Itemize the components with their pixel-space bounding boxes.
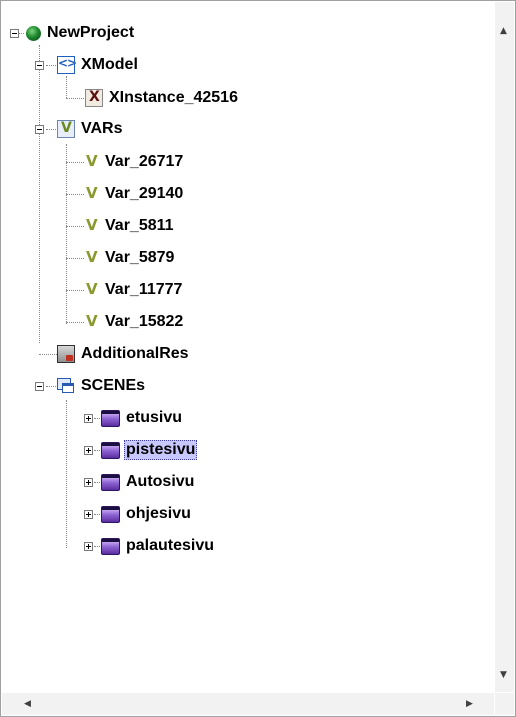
tree-connector xyxy=(66,162,84,163)
tree-connector xyxy=(66,322,84,323)
node-label: NewProject xyxy=(47,24,135,41)
vars-folder-icon xyxy=(57,120,75,138)
scenes-folder-icon xyxy=(57,377,75,395)
node-label: etusivu xyxy=(126,409,183,426)
resources-icon xyxy=(57,345,75,363)
xinstance-icon xyxy=(85,89,103,107)
variable-icon xyxy=(85,216,99,235)
collapse-toggle[interactable] xyxy=(10,29,19,38)
expand-toggle[interactable] xyxy=(84,414,93,423)
vertical-scrollbar[interactable]: ▲ ▼ xyxy=(495,2,514,692)
collapse-toggle[interactable] xyxy=(35,125,44,134)
tree-node-variable[interactable]: Var_15822 xyxy=(85,308,185,336)
tree-node-xinstance[interactable]: XInstance_42516 xyxy=(85,84,240,112)
node-label: Var_5879 xyxy=(105,249,175,266)
tree-connector xyxy=(66,144,67,324)
scroll-up-arrow-icon[interactable]: ▲ xyxy=(500,26,507,36)
tree-node-scenes[interactable]: SCENEs xyxy=(57,372,147,400)
node-label: Var_11777 xyxy=(105,281,183,298)
tree-connector xyxy=(46,129,56,130)
tree-node-scene[interactable]: etusivu xyxy=(101,404,184,432)
horizontal-scrollbar[interactable]: ◀ ▶ xyxy=(2,693,494,715)
expand-toggle[interactable] xyxy=(84,478,93,487)
scene-icon xyxy=(101,409,120,427)
tree-node-variable[interactable]: Var_11777 xyxy=(85,276,184,304)
tree-connector xyxy=(66,194,84,195)
node-label: XInstance_42516 xyxy=(109,89,238,106)
tree-connector xyxy=(66,76,67,98)
tree-node-variable[interactable]: Var_5879 xyxy=(85,244,176,272)
expand-toggle[interactable] xyxy=(84,510,93,519)
tree-node-vars[interactable]: VARs xyxy=(57,115,125,143)
tree-node-scene[interactable]: palautesivu xyxy=(101,532,216,560)
tree-connector xyxy=(94,482,100,483)
tree-node-variable[interactable]: Var_26717 xyxy=(85,148,185,176)
variable-icon xyxy=(85,248,99,267)
scene-icon xyxy=(101,505,120,523)
scene-icon xyxy=(101,537,120,555)
tree-connector xyxy=(46,386,56,387)
node-label: SCENEs xyxy=(81,377,146,394)
expand-toggle[interactable] xyxy=(84,446,93,455)
node-label: Var_15822 xyxy=(105,313,184,330)
project-tree-panel: NewProject XModel XInstance_42516 VARs V… xyxy=(0,0,516,717)
tree-connector xyxy=(39,354,57,355)
tree-connector xyxy=(39,45,40,343)
tree-connector xyxy=(66,226,84,227)
tree-node-scene[interactable]: Autosivu xyxy=(101,468,196,496)
collapse-toggle[interactable] xyxy=(35,382,44,391)
node-label: XModel xyxy=(81,56,138,73)
variable-icon xyxy=(85,152,99,171)
xmodel-icon xyxy=(57,56,75,74)
tree-connector xyxy=(46,65,56,66)
node-label: VARs xyxy=(81,120,123,137)
tree-connector xyxy=(94,546,100,547)
collapse-toggle[interactable] xyxy=(35,61,44,70)
tree-node-variable[interactable]: Var_5811 xyxy=(85,212,176,240)
tree-node-variable[interactable]: Var_29140 xyxy=(85,180,185,208)
node-label: AdditionalRes xyxy=(81,345,189,362)
scene-icon xyxy=(101,441,120,459)
tree-connector xyxy=(66,98,84,99)
tree-node-xmodel[interactable]: XModel xyxy=(57,51,140,79)
node-label: Var_5811 xyxy=(105,217,174,234)
tree-connector xyxy=(66,290,84,291)
node-label: palautesivu xyxy=(126,537,215,554)
variable-icon xyxy=(85,312,99,331)
node-label: ohjesivu xyxy=(126,505,191,522)
node-label: Var_26717 xyxy=(105,153,184,170)
tree-node-scene[interactable]: pistesivu xyxy=(101,436,198,464)
scroll-right-arrow-icon[interactable]: ▶ xyxy=(466,699,473,709)
globe-icon xyxy=(26,26,41,41)
tree-connector xyxy=(94,514,100,515)
tree-node-newproject[interactable]: NewProject xyxy=(26,19,136,47)
project-tree[interactable]: NewProject XModel XInstance_42516 VARs V… xyxy=(2,2,494,692)
scroll-left-arrow-icon[interactable]: ◀ xyxy=(24,699,31,709)
variable-icon xyxy=(85,280,99,299)
expand-toggle[interactable] xyxy=(84,542,93,551)
scene-icon xyxy=(101,473,120,491)
tree-node-additionalres[interactable]: AdditionalRes xyxy=(57,340,191,368)
tree-node-scene[interactable]: ohjesivu xyxy=(101,500,193,528)
variable-icon xyxy=(85,184,99,203)
scroll-down-arrow-icon[interactable]: ▼ xyxy=(500,670,507,680)
node-label: Var_29140 xyxy=(105,185,184,202)
tree-connector xyxy=(94,418,100,419)
node-label: Autosivu xyxy=(126,473,195,490)
scrollbar-corner xyxy=(495,693,514,715)
tree-connector xyxy=(66,258,84,259)
tree-connector xyxy=(94,450,100,451)
tree-connector xyxy=(66,400,67,548)
node-label-selected: pistesivu xyxy=(124,440,198,460)
